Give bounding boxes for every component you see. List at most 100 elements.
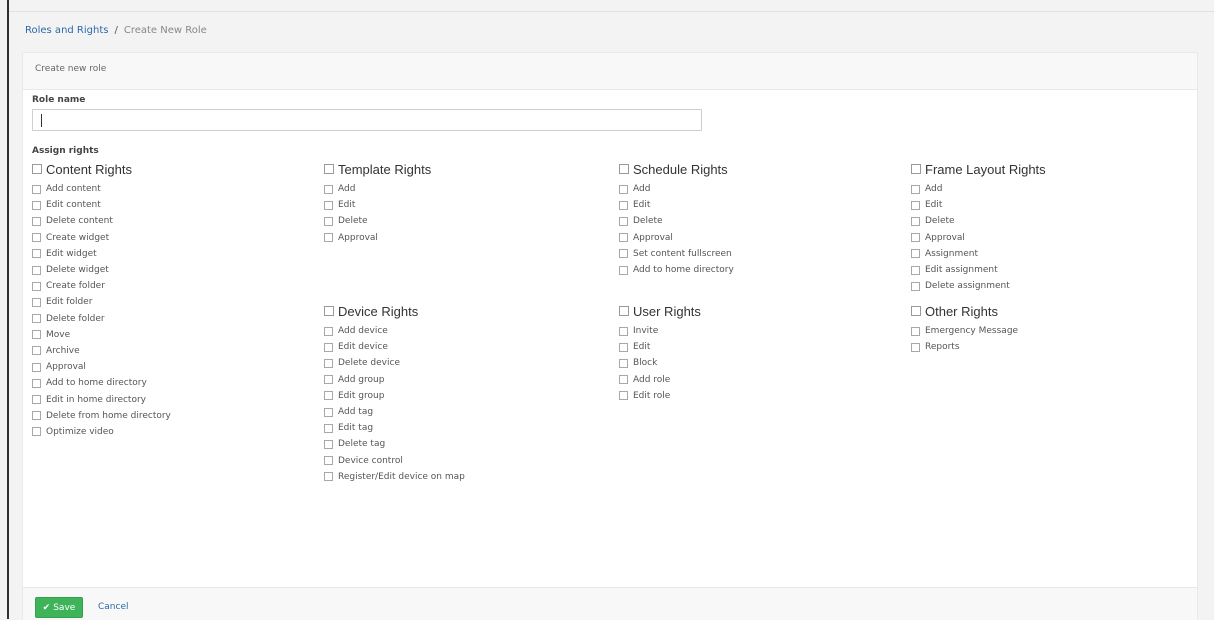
checkbox-icon[interactable] — [324, 306, 334, 316]
right-checkbox-template-rights-delete[interactable]: Delete — [324, 213, 584, 229]
checkbox-icon[interactable] — [32, 378, 41, 388]
group-checkbox-template-rights[interactable]: Template Rights — [324, 160, 584, 178]
checkbox-icon[interactable] — [911, 249, 920, 259]
right-checkbox-user-rights-edit[interactable]: Edit — [619, 339, 879, 355]
checkbox-icon[interactable] — [911, 164, 921, 174]
right-checkbox-content-rights-edit-folder[interactable]: Edit folder — [32, 294, 292, 310]
checkbox-icon[interactable] — [911, 342, 920, 352]
right-checkbox-frame-layout-rights-assignment[interactable]: Assignment — [911, 246, 1171, 262]
checkbox-icon[interactable] — [619, 184, 628, 194]
right-checkbox-content-rights-archive[interactable]: Archive — [32, 343, 292, 359]
checkbox-icon[interactable] — [324, 216, 333, 226]
checkbox-icon[interactable] — [32, 281, 41, 291]
right-checkbox-content-rights-create-widget[interactable]: Create widget — [32, 230, 292, 246]
checkbox-icon[interactable] — [32, 200, 41, 210]
right-checkbox-device-rights-register-edit-device-on-map[interactable]: Register/Edit device on map — [324, 469, 584, 485]
right-checkbox-content-rights-delete-folder[interactable]: Delete folder — [32, 311, 292, 327]
right-checkbox-content-rights-approval[interactable]: Approval — [32, 359, 292, 375]
right-checkbox-device-rights-edit-tag[interactable]: Edit tag — [324, 420, 584, 436]
checkbox-icon[interactable] — [32, 216, 41, 226]
checkbox-icon[interactable] — [911, 306, 921, 316]
right-checkbox-content-rights-add-content[interactable]: Add content — [32, 181, 292, 197]
checkbox-icon[interactable] — [619, 306, 629, 316]
checkbox-icon[interactable] — [619, 358, 628, 368]
right-checkbox-content-rights-delete-content[interactable]: Delete content — [32, 213, 292, 229]
right-checkbox-content-rights-optimize-video[interactable]: Optimize video — [32, 424, 292, 440]
right-checkbox-device-rights-edit-device[interactable]: Edit device — [324, 339, 584, 355]
right-checkbox-frame-layout-rights-edit[interactable]: Edit — [911, 197, 1171, 213]
right-checkbox-schedule-rights-delete[interactable]: Delete — [619, 213, 879, 229]
right-checkbox-content-rights-delete-widget[interactable]: Delete widget — [32, 262, 292, 278]
checkbox-icon[interactable] — [619, 200, 628, 210]
right-checkbox-schedule-rights-add-to-home-directory[interactable]: Add to home directory — [619, 262, 879, 278]
checkbox-icon[interactable] — [32, 395, 41, 405]
checkbox-icon[interactable] — [32, 164, 42, 174]
checkbox-icon[interactable] — [619, 265, 628, 275]
right-checkbox-frame-layout-rights-edit-assignment[interactable]: Edit assignment — [911, 262, 1171, 278]
checkbox-icon[interactable] — [619, 164, 629, 174]
checkbox-icon[interactable] — [911, 200, 920, 210]
group-checkbox-device-rights[interactable]: Device Rights — [324, 302, 584, 320]
group-checkbox-frame-layout-rights[interactable]: Frame Layout Rights — [911, 160, 1171, 178]
checkbox-icon[interactable] — [324, 456, 333, 466]
checkbox-icon[interactable] — [324, 472, 333, 482]
checkbox-icon[interactable] — [619, 249, 628, 259]
checkbox-icon[interactable] — [324, 358, 333, 368]
checkbox-icon[interactable] — [32, 184, 41, 194]
breadcrumb-link-roles-and-rights[interactable]: Roles and Rights — [25, 25, 108, 36]
checkbox-icon[interactable] — [619, 391, 628, 401]
checkbox-icon[interactable] — [32, 346, 41, 356]
checkbox-icon[interactable] — [324, 407, 333, 417]
checkbox-icon[interactable] — [324, 200, 333, 210]
right-checkbox-schedule-rights-set-content-fullscreen[interactable]: Set content fullscreen — [619, 246, 879, 262]
checkbox-icon[interactable] — [619, 326, 628, 336]
right-checkbox-device-rights-device-control[interactable]: Device control — [324, 453, 584, 469]
group-checkbox-schedule-rights[interactable]: Schedule Rights — [619, 160, 879, 178]
right-checkbox-device-rights-add-device[interactable]: Add device — [324, 323, 584, 339]
checkbox-icon[interactable] — [324, 375, 333, 385]
right-checkbox-device-rights-add-tag[interactable]: Add tag — [324, 404, 584, 420]
group-checkbox-other-rights[interactable]: Other Rights — [911, 302, 1171, 320]
checkbox-icon[interactable] — [324, 439, 333, 449]
right-checkbox-device-rights-delete-device[interactable]: Delete device — [324, 355, 584, 371]
checkbox-icon[interactable] — [324, 164, 334, 174]
checkbox-icon[interactable] — [619, 375, 628, 385]
checkbox-icon[interactable] — [324, 326, 333, 336]
group-checkbox-content-rights[interactable]: Content Rights — [32, 160, 292, 178]
role-name-input[interactable] — [32, 109, 702, 131]
checkbox-icon[interactable] — [911, 281, 920, 291]
checkbox-icon[interactable] — [32, 233, 41, 243]
checkbox-icon[interactable] — [32, 265, 41, 275]
right-checkbox-content-rights-edit-widget[interactable]: Edit widget — [32, 246, 292, 262]
checkbox-icon[interactable] — [32, 330, 41, 340]
right-checkbox-other-rights-emergency-message[interactable]: Emergency Message — [911, 323, 1171, 339]
right-checkbox-frame-layout-rights-approval[interactable]: Approval — [911, 230, 1171, 246]
checkbox-icon[interactable] — [324, 423, 333, 433]
right-checkbox-content-rights-edit-content[interactable]: Edit content — [32, 197, 292, 213]
right-checkbox-other-rights-reports[interactable]: Reports — [911, 339, 1171, 355]
right-checkbox-template-rights-edit[interactable]: Edit — [324, 197, 584, 213]
checkbox-icon[interactable] — [32, 314, 41, 324]
checkbox-icon[interactable] — [619, 216, 628, 226]
checkbox-icon[interactable] — [911, 265, 920, 275]
right-checkbox-frame-layout-rights-add[interactable]: Add — [911, 181, 1171, 197]
right-checkbox-user-rights-edit-role[interactable]: Edit role — [619, 388, 879, 404]
checkbox-icon[interactable] — [911, 326, 920, 336]
right-checkbox-template-rights-add[interactable]: Add — [324, 181, 584, 197]
right-checkbox-user-rights-add-role[interactable]: Add role — [619, 372, 879, 388]
right-checkbox-frame-layout-rights-delete[interactable]: Delete — [911, 213, 1171, 229]
checkbox-icon[interactable] — [324, 184, 333, 194]
right-checkbox-content-rights-create-folder[interactable]: Create folder — [32, 278, 292, 294]
right-checkbox-device-rights-delete-tag[interactable]: Delete tag — [324, 436, 584, 452]
checkbox-icon[interactable] — [32, 427, 41, 437]
checkbox-icon[interactable] — [619, 233, 628, 243]
right-checkbox-content-rights-edit-in-home-directory[interactable]: Edit in home directory — [32, 391, 292, 407]
checkbox-icon[interactable] — [911, 233, 920, 243]
right-checkbox-schedule-rights-edit[interactable]: Edit — [619, 197, 879, 213]
right-checkbox-content-rights-add-to-home-directory[interactable]: Add to home directory — [32, 375, 292, 391]
checkbox-icon[interactable] — [32, 249, 41, 259]
right-checkbox-device-rights-edit-group[interactable]: Edit group — [324, 388, 584, 404]
checkbox-icon[interactable] — [911, 184, 920, 194]
checkbox-icon[interactable] — [32, 297, 41, 307]
right-checkbox-frame-layout-rights-delete-assignment[interactable]: Delete assignment — [911, 278, 1171, 294]
